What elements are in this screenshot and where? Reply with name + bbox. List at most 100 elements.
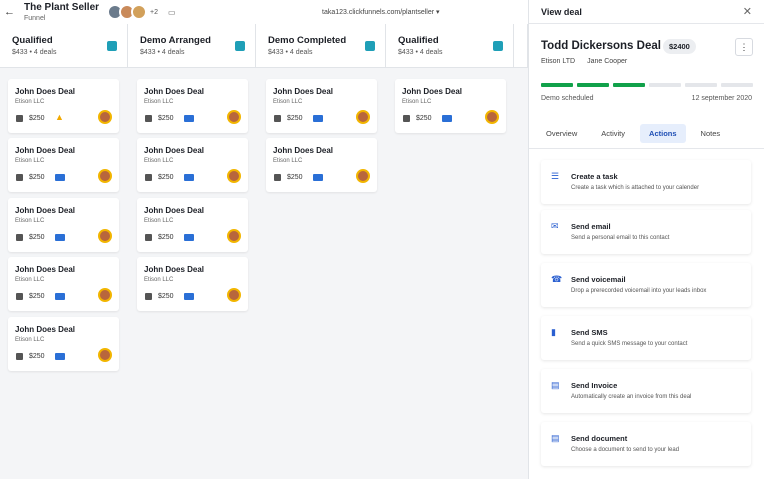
deal-price-badge: $2400 (663, 39, 696, 54)
deal-amount: $250 (158, 174, 174, 181)
tab-notes[interactable]: Notes (692, 124, 730, 143)
app-subtitle: Funnel (24, 14, 46, 22)
funnel-url-dropdown[interactable]: taka123.clickfunnels.com/plantseller ▾ (322, 8, 440, 16)
deal-card[interactable]: John Does Deal Etison LLC $250 (8, 257, 119, 311)
app-title: The Plant Seller (24, 1, 100, 13)
deal-title: John Does Deal (15, 146, 76, 155)
action-description: Drop a prerecorded voicemail into your l… (571, 288, 707, 294)
action-description: Automatically create an invoice from thi… (571, 394, 692, 400)
tabs-divider (529, 148, 764, 149)
deal-date: 12 september 2020 (691, 95, 752, 102)
deal-title: John Does Deal (402, 87, 463, 96)
deal-card[interactable]: John Does Deal Etison LLC $250 (137, 138, 248, 192)
action-title: Send Invoice (571, 381, 618, 390)
back-arrow-icon[interactable]: ← (4, 6, 18, 18)
column-header-demo-completed: Demo Completed $433 • 4 deals (256, 24, 386, 68)
column-meta: $433 • 4 deals (140, 49, 185, 56)
deal-contact-row: Etison LTD Jane Cooper (541, 58, 627, 65)
deal-company: Etison LLC (402, 99, 432, 105)
deal-card[interactable]: John Does Deal Etison LLC $250 (8, 317, 119, 371)
deal-company: Etison LLC (15, 277, 45, 283)
action-send-document[interactable]: ▤ Send document Choose a document to sen… (541, 422, 751, 466)
deal-amount: $250 (29, 234, 45, 241)
action-description: Create a task which is attached to your … (571, 185, 700, 191)
deal-amount: $250 (29, 174, 45, 181)
action-send-sms[interactable]: ▮ Send SMS Send a quick SMS message to y… (541, 316, 751, 360)
more-collaborators-count: +2 (150, 8, 159, 16)
deal-company: Etison LLC (273, 99, 303, 105)
avatar (98, 348, 112, 362)
deal-card[interactable]: John Does Deal Etison LLC $250 (137, 257, 248, 311)
organization-name[interactable]: Etison LTD (541, 58, 575, 65)
avatar (227, 229, 241, 243)
action-create-task[interactable]: ☰ Create a task Create a task which is a… (541, 160, 751, 204)
deal-amount: $250 (158, 115, 174, 122)
deal-stage: Demo scheduled (541, 95, 594, 102)
deal-title: John Does Deal (15, 206, 76, 215)
column-settings-icon[interactable] (107, 41, 117, 51)
deal-company: Etison LLC (15, 158, 45, 164)
deal-title: John Does Deal (273, 87, 334, 96)
email-badge-icon (313, 115, 323, 122)
deal-title: John Does Deal (144, 87, 205, 96)
action-send-voicemail[interactable]: ☎ Send voicemail Drop a prerecorded voic… (541, 263, 751, 307)
deal-company: Etison LLC (144, 158, 174, 164)
cash-icon (145, 174, 152, 181)
progress-segment (613, 83, 645, 87)
column-meta: $433 • 4 deals (398, 49, 443, 56)
deal-title: John Does Deal (15, 87, 76, 96)
deal-card[interactable]: John Does Deal Etison LLC $250 (137, 198, 248, 252)
deal-amount: $250 (287, 115, 303, 122)
phone-icon: ☎ (551, 274, 563, 284)
deal-amount: $250 (29, 353, 45, 360)
email-badge-icon (55, 293, 65, 300)
progress-segment (721, 83, 753, 87)
action-send-email[interactable]: ✉ Send email Send a personal email to th… (541, 210, 751, 254)
cash-icon (145, 234, 152, 241)
more-options-icon[interactable]: ⋮ (735, 38, 753, 56)
cash-icon (274, 174, 281, 181)
deal-card[interactable]: John Does Deal Etison LLC $250 (266, 138, 377, 192)
contact-name[interactable]: Jane Cooper (587, 58, 627, 65)
column-header-partial (514, 24, 528, 68)
view-deal-drawer: View deal ✕ Todd Dickersons Deal $2400 ⋮… (528, 0, 764, 479)
column-meta: $433 • 4 deals (12, 49, 57, 56)
deal-card[interactable]: John Does Deal Etison LLC $250 (137, 79, 248, 133)
deal-card[interactable]: John Does Deal Etison LLC $250 (8, 138, 119, 192)
deal-card[interactable]: John Does Deal Etison LLC $250 (266, 79, 377, 133)
deal-card[interactable]: John Does Deal Etison LLC $250 (8, 198, 119, 252)
avatar (131, 4, 148, 20)
monitor-icon[interactable]: ▭ (168, 8, 176, 17)
deal-company: Etison LLC (15, 337, 45, 343)
cash-icon (403, 115, 410, 122)
drawer-header: View deal ✕ (529, 0, 764, 24)
avatar (356, 169, 370, 183)
deal-amount: $250 (29, 115, 45, 122)
deal-amount: $250 (287, 174, 303, 181)
deal-card[interactable]: John Does Deal Etison LLC $250 (395, 79, 506, 133)
column-settings-icon[interactable] (365, 41, 375, 51)
collaborator-avatars[interactable]: +2 (107, 4, 158, 20)
column-title: Demo Arranged (140, 35, 211, 46)
email-badge-icon (313, 174, 323, 181)
deal-company: Etison LLC (144, 99, 174, 105)
close-icon[interactable]: ✕ (743, 5, 752, 18)
deal-title: John Does Deal (144, 206, 205, 215)
deal-title: John Does Deal (273, 146, 334, 155)
avatar (356, 110, 370, 124)
document-icon: ▤ (551, 433, 560, 443)
column-settings-icon[interactable] (235, 41, 245, 51)
tab-activity[interactable]: Activity (592, 124, 634, 143)
column-settings-icon[interactable] (493, 41, 503, 51)
column-header-qualified: Qualified $433 • 4 deals (0, 24, 128, 68)
cash-icon (145, 115, 152, 122)
action-send-invoice[interactable]: ▤ Send Invoice Automatically create an i… (541, 369, 751, 413)
tab-overview[interactable]: Overview (537, 124, 586, 143)
tab-actions[interactable]: Actions (640, 124, 686, 143)
column-header-demo-arranged: Demo Arranged $433 • 4 deals (128, 24, 256, 68)
column-header-qualified-2: Qualified $433 • 4 deals (386, 24, 514, 68)
deal-title: John Does Deal (144, 146, 205, 155)
mobile-icon: ▮ (551, 327, 556, 337)
deal-card[interactable]: John Does Deal Etison LLC $250 ▲ (8, 79, 119, 133)
deal-company: Etison LLC (15, 218, 45, 224)
